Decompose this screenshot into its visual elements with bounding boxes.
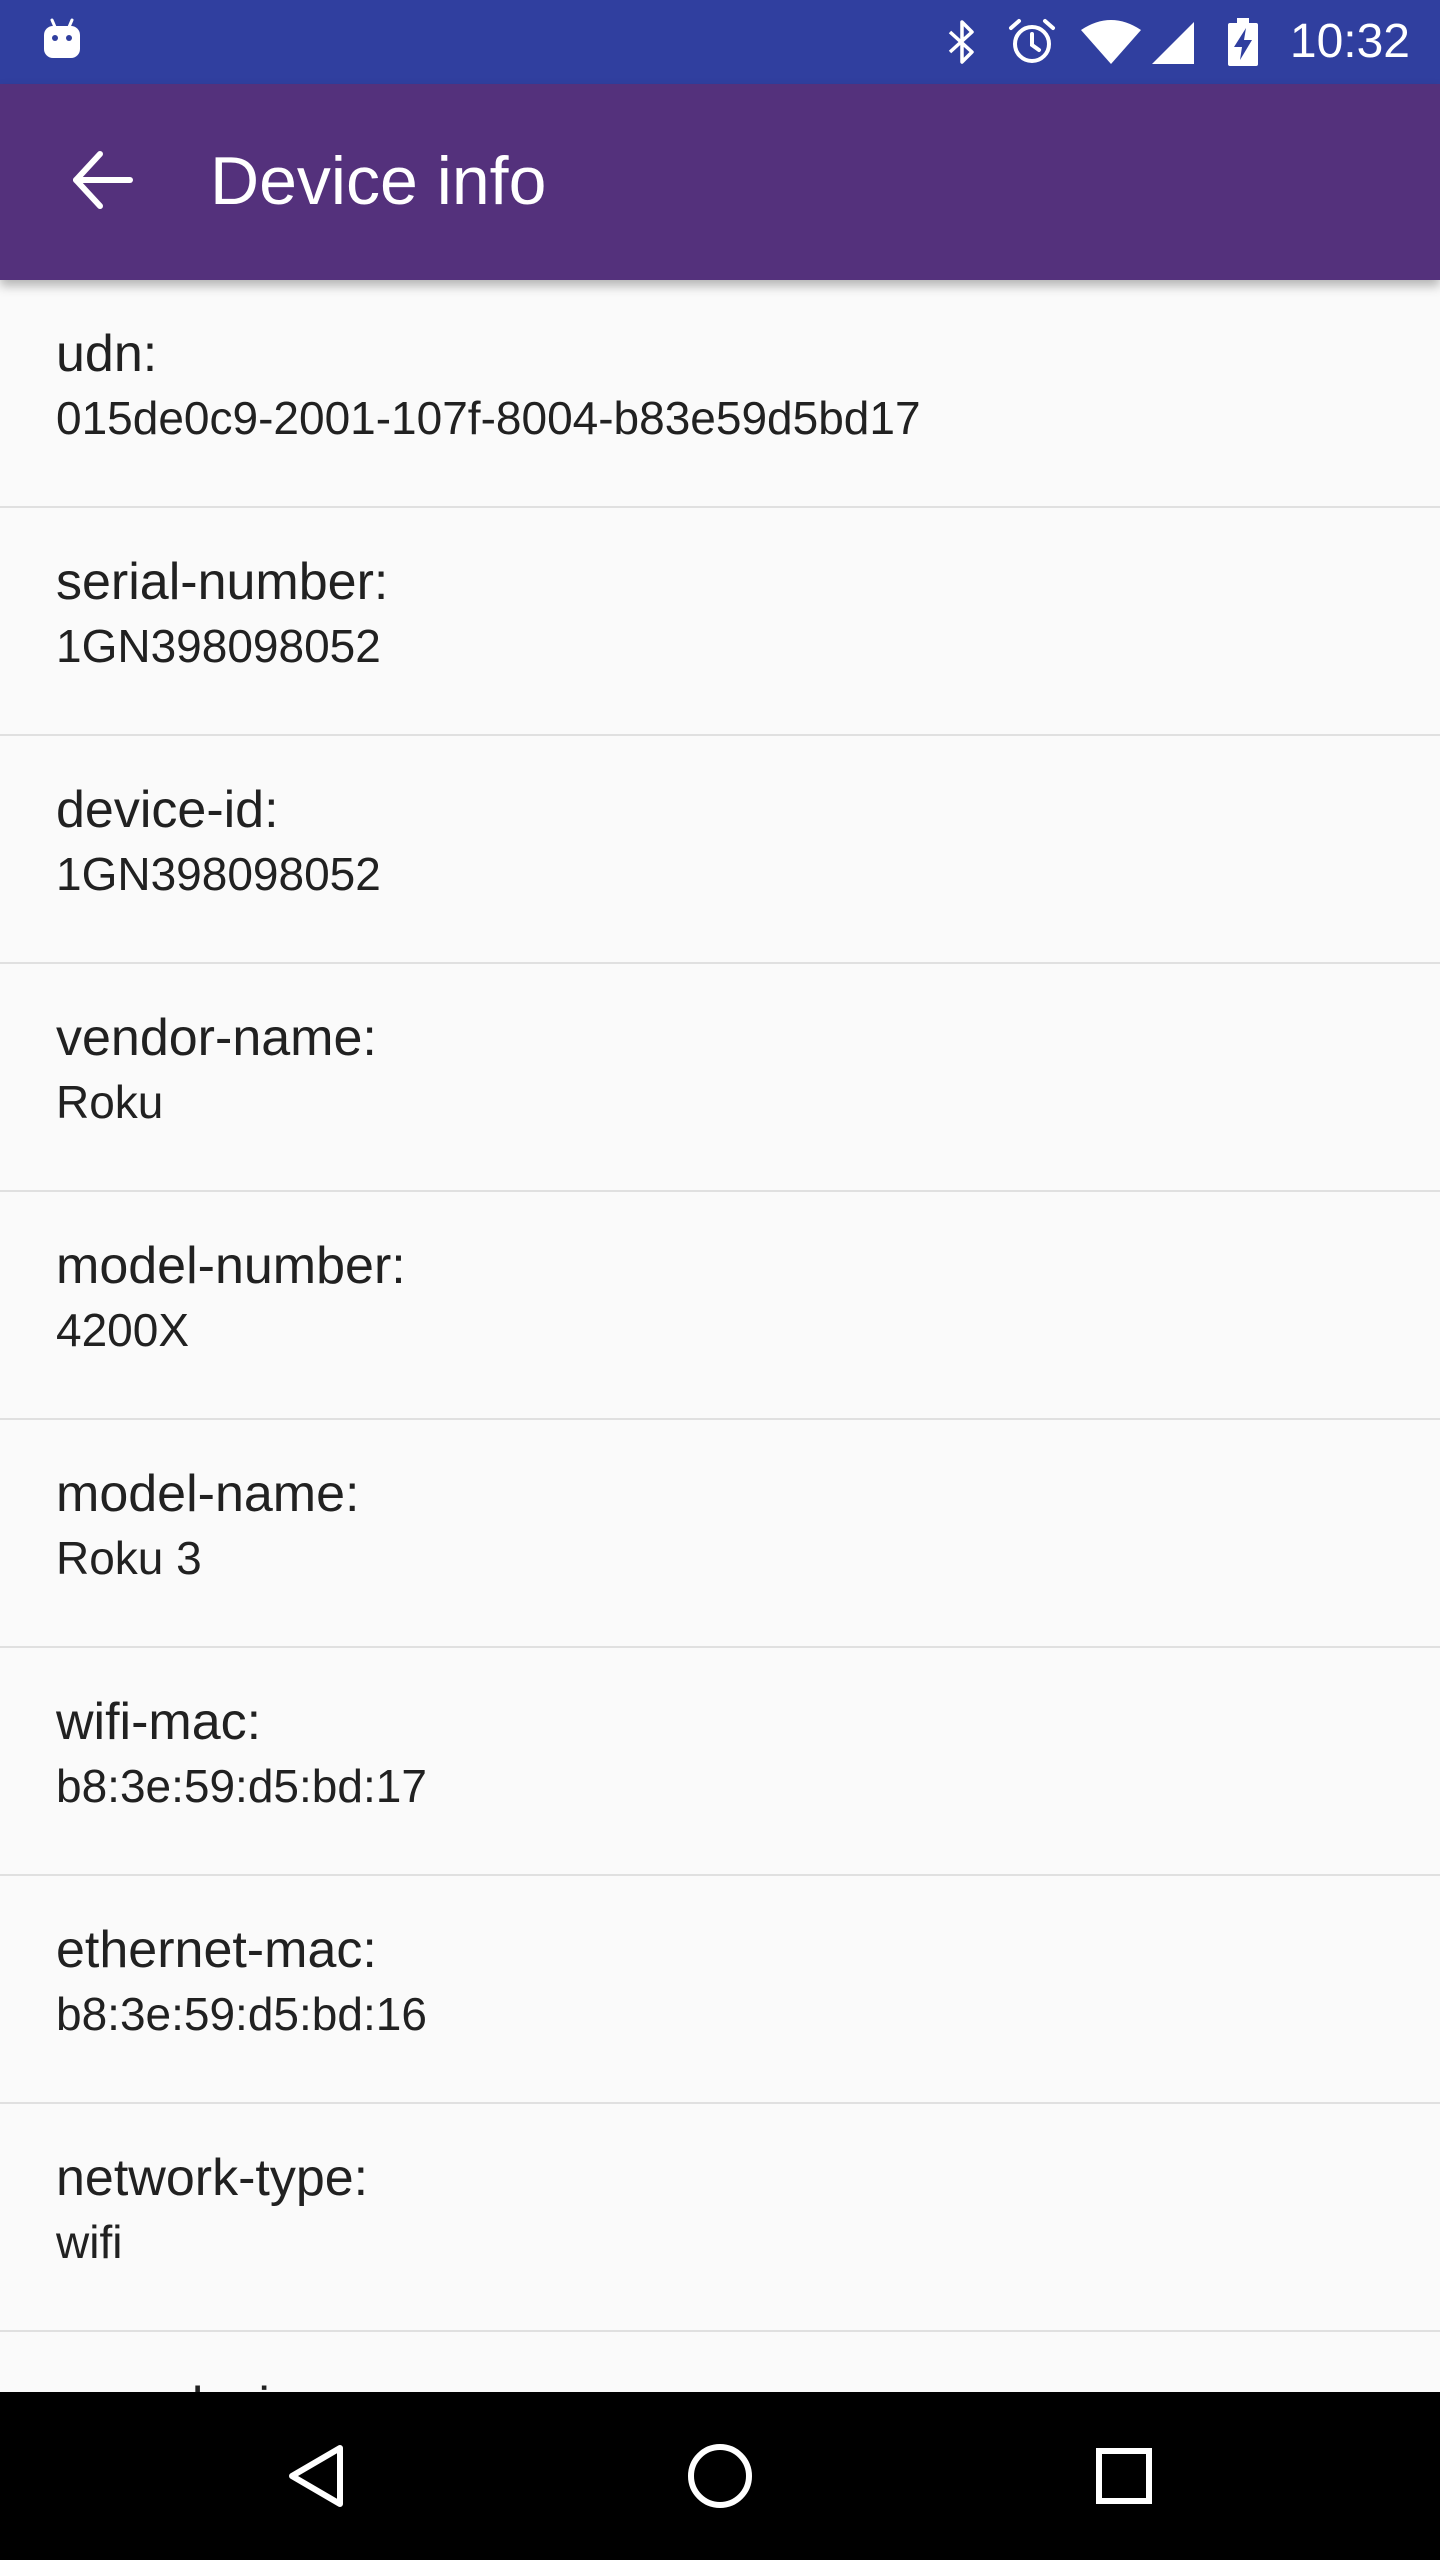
nav-back-button[interactable] xyxy=(266,2426,366,2526)
bluetooth-icon xyxy=(948,20,974,64)
alarm-icon xyxy=(1009,19,1055,63)
item-value: Roku 3 xyxy=(56,1532,202,1584)
item-value: b8:3e:59:d5:bd:16 xyxy=(56,1988,427,2040)
list-item-udn: udn: 015de0c9-2001-107f-8004-b83e59d5bd1… xyxy=(0,280,1440,508)
nav-home-button[interactable] xyxy=(670,2426,770,2526)
item-label: udn: xyxy=(56,325,158,383)
list-item-model-number: model-number: 4200X xyxy=(0,1192,1440,1420)
list-item-network-type: network-type: wifi xyxy=(0,2104,1440,2332)
list-item-user-device-name: user-device-name: xyxy=(0,2332,1440,2392)
status-time: 10:32 xyxy=(1289,15,1410,68)
list-item-model-name: model-name: Roku 3 xyxy=(0,1420,1440,1648)
item-label: ethernet-mac: xyxy=(56,1921,377,1979)
list-item-wifi-mac: wifi-mac: b8:3e:59:d5:bd:17 xyxy=(0,1648,1440,1876)
list-item-vendor-name: vendor-name: Roku xyxy=(0,964,1440,1192)
item-value: 4200X xyxy=(56,1304,190,1356)
item-label: model-name: xyxy=(56,1465,360,1523)
nav-recents-button[interactable] xyxy=(1074,2426,1174,2526)
status-bar: 10:32 xyxy=(0,0,1440,84)
back-button[interactable] xyxy=(52,130,152,230)
item-value: Roku xyxy=(56,1076,164,1128)
list-item-ethernet-mac: ethernet-mac: b8:3e:59:d5:bd:16 xyxy=(0,1876,1440,2104)
item-label: vendor-name: xyxy=(56,1009,377,1067)
item-value: wifi xyxy=(56,2216,123,2268)
item-label: device-id: xyxy=(56,781,279,839)
item-label: serial-number: xyxy=(56,553,389,611)
home-circle-icon xyxy=(688,2444,752,2508)
item-label: model-number: xyxy=(56,1237,406,1295)
item-label: user-device-name: xyxy=(56,2372,487,2392)
arrow-back-icon xyxy=(73,151,133,209)
item-value: 015de0c9-2001-107f-8004-b83e59d5bd17 xyxy=(56,392,921,444)
android-notification-icon xyxy=(44,18,80,58)
system-nav-bar xyxy=(0,2392,1440,2560)
cell-signal-icon xyxy=(1152,22,1194,64)
page-title: Device info xyxy=(210,143,547,219)
item-value: 1GN398098052 xyxy=(56,620,381,672)
recents-square-icon xyxy=(1096,2448,1152,2504)
device-info-list[interactable]: udn: 015de0c9-2001-107f-8004-b83e59d5bd1… xyxy=(0,280,1440,2392)
item-value: 1GN398098052 xyxy=(56,848,381,900)
item-label: network-type: xyxy=(56,2149,369,2207)
list-item-device-id: device-id: 1GN398098052 xyxy=(0,736,1440,964)
item-value: b8:3e:59:d5:bd:17 xyxy=(56,1760,427,1812)
battery-charging-icon xyxy=(1228,18,1258,66)
item-label: wifi-mac: xyxy=(56,1693,262,1751)
app-bar: Device info xyxy=(0,84,1440,280)
wifi-icon xyxy=(1081,20,1141,64)
back-triangle-icon xyxy=(289,2445,343,2507)
list-item-serial-number: serial-number: 1GN398098052 xyxy=(0,508,1440,736)
